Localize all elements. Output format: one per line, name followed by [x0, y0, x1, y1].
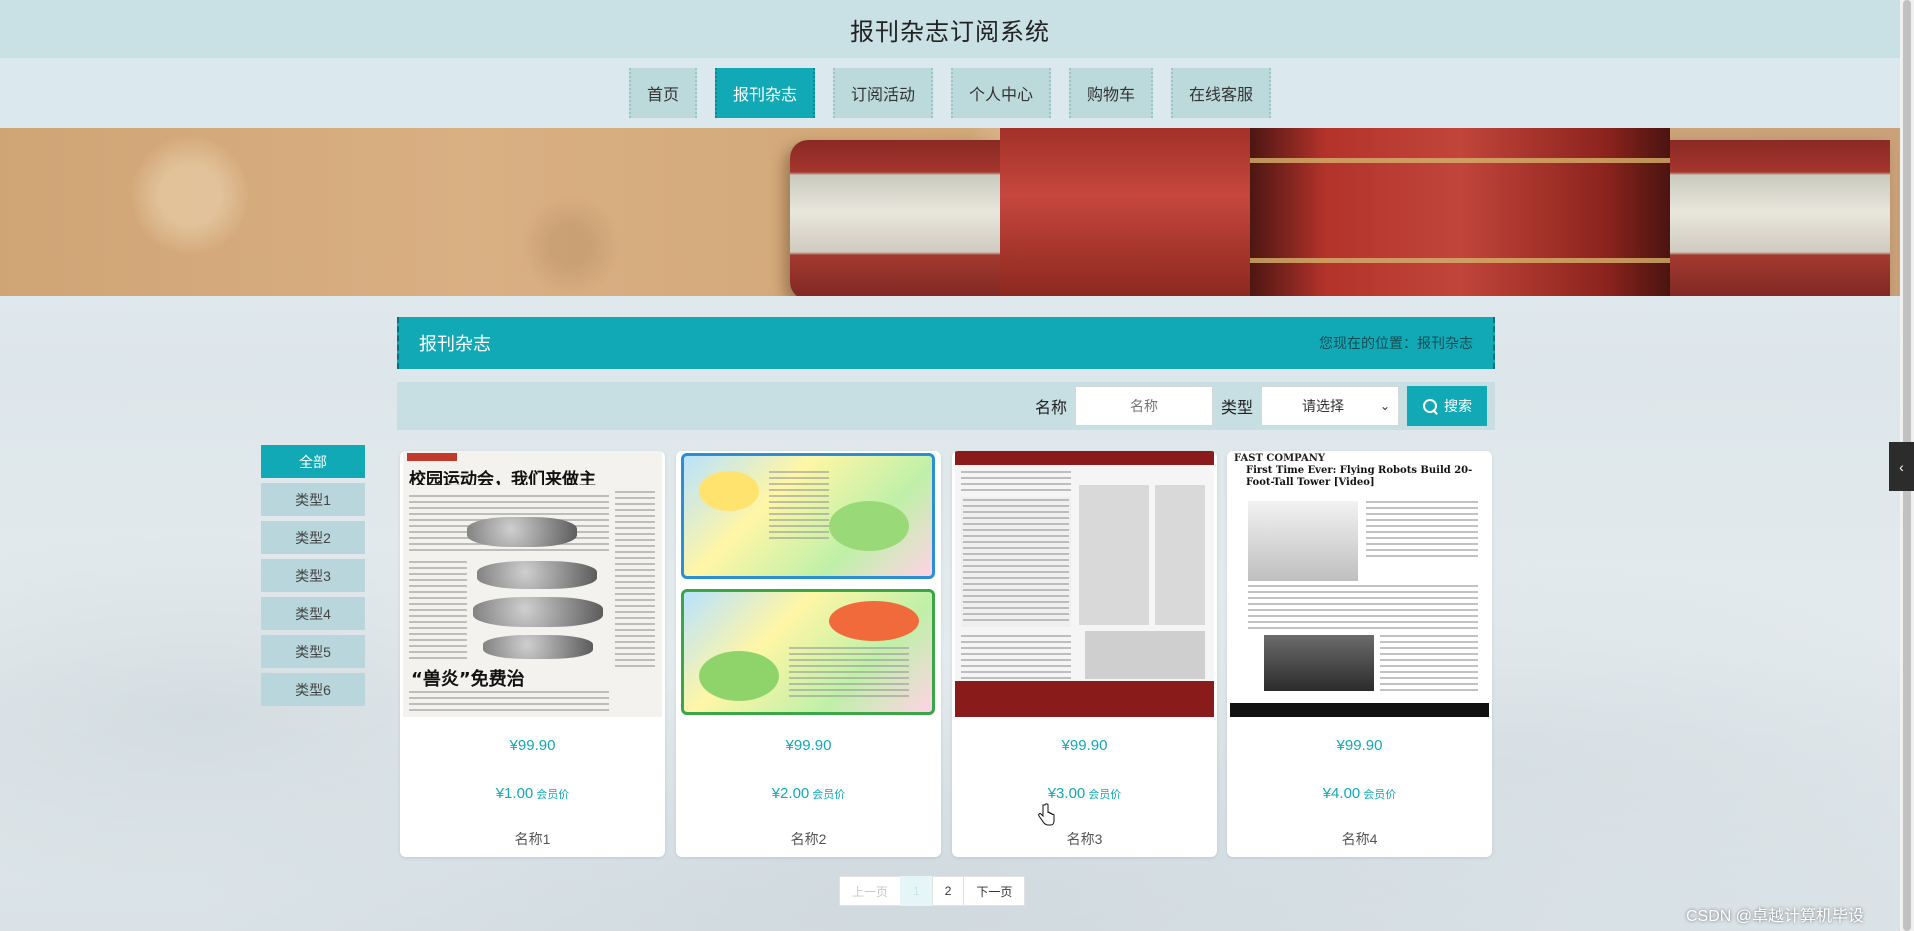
- page-1-button[interactable]: 1: [900, 876, 933, 906]
- magazine-logo: FAST COMPANY: [1234, 453, 1325, 464]
- member-price: ¥1.00 会员价: [495, 785, 570, 802]
- product-price: ¥99.90: [785, 737, 832, 754]
- magazine-article-title: First Time Ever: Flying Robots Build 20-…: [1246, 465, 1473, 488]
- nav-subscription-events[interactable]: 订阅活动: [832, 68, 933, 118]
- type-select-value: 请选择: [1302, 398, 1344, 414]
- breadcrumb-current[interactable]: 报刊杂志: [1417, 335, 1473, 351]
- product-card[interactable]: ¥99.90 ¥3.00 会员价 名称3: [952, 451, 1217, 857]
- name-search-input[interactable]: [1074, 386, 1213, 426]
- pagination: 上一页 1 2 下一页: [839, 876, 1026, 906]
- nav-magazines[interactable]: 报刊杂志: [714, 68, 815, 118]
- product-image[interactable]: [955, 451, 1214, 717]
- search-bar: 名称 类型 请选择 ⌄ 搜索: [397, 382, 1495, 430]
- search-icon: [1422, 398, 1438, 414]
- product-card[interactable]: 校园运动会，我们来做主 “兽炎”免费治 ¥99.90 ¥1.00 会员价 名称1: [400, 451, 665, 857]
- member-price: ¥3.00 会员价: [1047, 785, 1122, 802]
- product-price: ¥99.90: [509, 737, 556, 754]
- product-card[interactable]: ¥99.90 ¥2.00 会员价 名称2: [676, 451, 941, 857]
- product-name[interactable]: 名称1: [400, 829, 665, 849]
- category-all[interactable]: 全部: [261, 445, 365, 478]
- main-nav: 首页 报刊杂志 订阅活动 个人中心 购物车 在线客服: [0, 58, 1900, 128]
- member-price: ¥2.00 会员价: [771, 785, 846, 802]
- name-label: 名称: [1034, 400, 1067, 417]
- prev-page-button[interactable]: 上一页: [839, 876, 902, 906]
- section-header: 报刊杂志 您现在的位置：报刊杂志: [397, 317, 1495, 369]
- product-price: ¥99.90: [1061, 737, 1108, 754]
- site-title: 报刊杂志订阅系统: [850, 18, 1050, 46]
- type-label: 类型: [1220, 400, 1253, 417]
- product-name[interactable]: 名称2: [676, 829, 941, 849]
- breadcrumb: 您现在的位置：报刊杂志: [1319, 333, 1473, 353]
- search-button-label: 搜索: [1444, 398, 1472, 414]
- category-type2[interactable]: 类型2: [261, 521, 365, 554]
- category-type4[interactable]: 类型4: [261, 597, 365, 630]
- banner-book-spine: [1250, 128, 1670, 296]
- nav-home[interactable]: 首页: [628, 68, 697, 118]
- chevron-left-icon: ‹: [1899, 458, 1904, 475]
- banner-book-cover: [1000, 128, 1260, 296]
- newspaper-headline: 校园运动会，我们来做主: [409, 470, 596, 485]
- page-2-button[interactable]: 2: [931, 876, 965, 906]
- search-button[interactable]: 搜索: [1407, 386, 1487, 426]
- breadcrumb-prefix: 您现在的位置：: [1319, 335, 1417, 351]
- chevron-down-icon: ⌄: [1379, 399, 1390, 413]
- product-image[interactable]: 校园运动会，我们来做主 “兽炎”免费治: [403, 451, 662, 717]
- watermark: CSDN @卓越计算机毕设: [1686, 908, 1865, 925]
- nav-cart[interactable]: 购物车: [1069, 68, 1154, 118]
- category-type5[interactable]: 类型5: [261, 635, 365, 668]
- product-price: ¥99.90: [1336, 737, 1383, 754]
- nav-personal-center[interactable]: 个人中心: [951, 68, 1052, 118]
- site-header: 报刊杂志订阅系统: [0, 0, 1900, 58]
- newspaper-caption: “兽炎”免费治: [411, 669, 525, 690]
- product-name[interactable]: 名称3: [952, 829, 1217, 849]
- product-image[interactable]: [679, 451, 938, 717]
- category-type6[interactable]: 类型6: [261, 673, 365, 706]
- product-name[interactable]: 名称4: [1227, 829, 1492, 849]
- member-price: ¥4.00 会员价: [1322, 785, 1397, 802]
- next-page-button[interactable]: 下一页: [963, 876, 1026, 906]
- nav-online-service[interactable]: 在线客服: [1171, 68, 1272, 118]
- category-type3[interactable]: 类型3: [261, 559, 365, 592]
- category-type1[interactable]: 类型1: [261, 483, 365, 516]
- side-panel-toggle[interactable]: ‹: [1889, 442, 1914, 491]
- section-title: 报刊杂志: [419, 334, 491, 354]
- type-select[interactable]: 请选择 ⌄: [1261, 386, 1399, 426]
- category-sidebar: 全部 类型1 类型2 类型3 类型4 类型5 类型6: [261, 445, 365, 711]
- hand-cursor-icon: [1038, 803, 1055, 826]
- product-card[interactable]: FAST COMPANY First Time Ever: Flying Rob…: [1227, 451, 1492, 857]
- hero-banner: [0, 128, 1900, 296]
- product-image[interactable]: FAST COMPANY First Time Ever: Flying Rob…: [1230, 451, 1489, 717]
